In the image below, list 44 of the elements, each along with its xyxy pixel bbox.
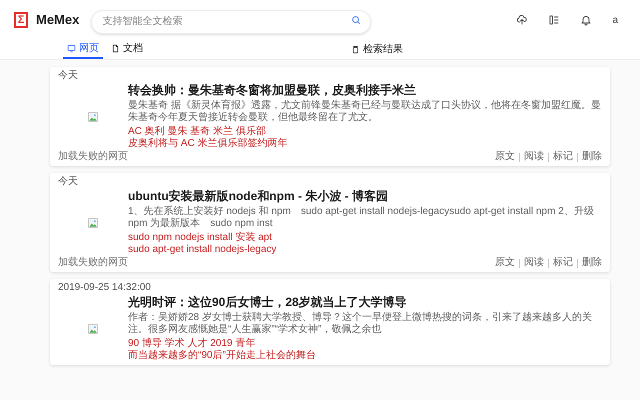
action-link[interactable]: 原文 xyxy=(495,151,515,163)
result-card[interactable]: 2019-09-25 14:32:00 光明时评：这位90后女博士，28岁就当上了大学博导 作者：吴娇娇28 岁女博士获聘大学教授、博导？这个一早便登上微博热搜的词条，引来了越来越多人的关注。很多网友感慨她是“人生赢家”“学术女神”，敬佩之余也 90 博导 学术 人才 2019 青年 而当越来越多的“90后”开始走上社会的舞台 xyxy=(50,279,610,365)
card-date: 今天 xyxy=(58,176,79,188)
result-title[interactable]: 转会换帅：曼朱基奇冬窗将加盟曼联，皮奥利接手米兰 xyxy=(128,83,602,98)
result-snippet: 作者：吴娇娇28 岁女博士获聘大学教授、博导？这个一早便登上微博热搜的词条，引来了越来越多人的关注。很多网友感慨她是“人生赢家”“学术女神”，敬佩之余也 xyxy=(128,312,593,336)
keyword-tags: sudo apt-get install nodejs-legacy xyxy=(128,244,602,256)
document-icon xyxy=(111,44,120,53)
user-avatar[interactable]: a xyxy=(612,12,618,28)
app-name: MeMex xyxy=(36,11,80,30)
result-title[interactable]: 光明时评：这位90后女博士，28岁就当上了大学博导 xyxy=(128,295,602,310)
keyword-tags: 皮奥利将与 AC 米兰俱乐部签约两年 xyxy=(128,138,602,150)
results-label: 检索结果 xyxy=(363,42,403,57)
keyword-tags: 90 博导 学术 人才 2019 青年 xyxy=(128,338,602,350)
logo-icon: Σ xyxy=(14,12,28,28)
action-link[interactable]: 删除 xyxy=(582,257,602,269)
monitor-icon xyxy=(67,44,76,53)
status-note: 加载失败的网页 xyxy=(58,151,128,163)
broken-image-icon xyxy=(88,324,98,334)
status-note: 加载失败的网页 xyxy=(58,257,128,269)
result-card[interactable] xyxy=(50,173,610,272)
result-snippet: 1、先在系统上安装好 nodejs 和 npm sudo apt-get install nodejs-legacysudo apt-get install npm 2、升级 npm 为最新版本 sudo npm inst xyxy=(128,206,595,230)
action-link[interactable]: 原文 xyxy=(495,257,515,269)
action-link[interactable]: 标记 xyxy=(553,257,573,269)
action-link[interactable]: 阅读 xyxy=(524,257,544,269)
broken-image-icon xyxy=(88,218,98,228)
search-icon[interactable] xyxy=(351,15,362,25)
action-link[interactable]: 删除 xyxy=(582,151,602,163)
list-icon[interactable] xyxy=(548,14,560,26)
keyword-tags: AC 奥利 曼朱 基奇 米兰 俱乐部 xyxy=(128,126,602,138)
result-snippet: 曼朱基奇 据《新灵体育报》透露，尤文前锋曼朱基奇已经与曼联达成了口头协议，他将在冬窗加盟红魔。曼朱基奇今年夏天曾接近转会曼联，但他最终留在了尤文。 xyxy=(128,100,602,124)
cloud-upload-icon[interactable] xyxy=(516,14,528,26)
card-date: 2019-09-25 14:32:00 xyxy=(58,282,152,294)
notification-icon[interactable] xyxy=(580,14,592,26)
search-field[interactable]: 支持智能全文检索 xyxy=(91,10,372,34)
result-title[interactable]: ubuntu安装最新版node和npm - 朱小波 - 博客园 xyxy=(128,189,602,204)
broken-image-icon xyxy=(88,112,98,122)
keyword-tags: sudo npm nodejs install 安装 apt xyxy=(128,232,602,244)
card-date: 今天 xyxy=(58,70,79,82)
result-card[interactable]: 今天 转会换帅：曼朱基奇冬窗将加盟曼联，皮奥利接手米兰 曼朱基奇 据《新灵体育报》透露，尤文前锋曼朱基奇已经与曼联达成了口头协议，他将在冬窗加盟红魔。曼朱基奇今年夏天曾接近转会曼联，但他最终留在了尤文。 AC 奥利 曼朱 基奇 米兰 俱乐部 皮奥利将与 AC 米兰俱乐部签约两年 加载失败的网页 原文 阅读 标记 删除 xyxy=(50,67,610,166)
clipboard-icon xyxy=(351,45,360,54)
action-link[interactable]: 阅读 xyxy=(524,151,544,163)
keyword-tags: 而当越来越多的“90后”开始走上社会的舞台 xyxy=(128,350,602,362)
action-link[interactable]: 标记 xyxy=(553,151,573,163)
tab[interactable]: 文档 xyxy=(107,40,147,59)
